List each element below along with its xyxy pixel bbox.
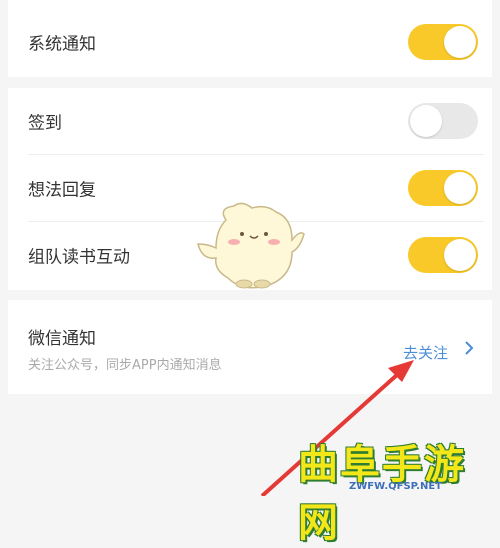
annotation-arrow-icon — [260, 360, 414, 496]
watermark-url: ZWFW.QFSP.NET — [349, 481, 442, 492]
